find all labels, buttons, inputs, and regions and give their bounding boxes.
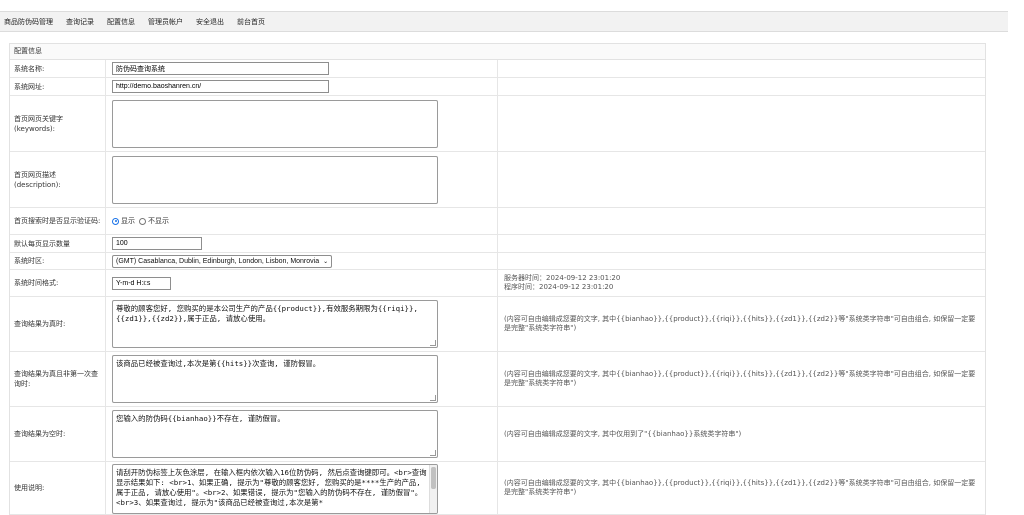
site-name-input[interactable] (112, 62, 329, 75)
nav-config[interactable]: 配置信息 (107, 17, 135, 27)
program-time-text: 程序时间：2024-09-12 23:01:20 (504, 283, 614, 291)
captcha-show-radio[interactable] (112, 217, 119, 225)
result-empty-note: (内容可自由编辑成您要的文字, 其中仅用到了"{{bianhao}}系统类字符串… (497, 407, 985, 461)
resize-grip-icon[interactable] (430, 340, 436, 346)
site-name-label: 系统名称: (14, 64, 45, 73)
captcha-show-label[interactable]: 显示 (121, 216, 135, 226)
usage-text: 请刮开防伪标签上灰色涂层, 在输入框内依次输入16位防伪码, 然后点查询键即可。… (116, 468, 427, 507)
row-usage: 使用说明: 请刮开防伪标签上灰色涂层, 在输入框内依次输入16位防伪码, 然后点… (10, 462, 985, 515)
result-empty-textarea[interactable]: 您输入的防伪码{{bianhao}}不存在, 谨防假冒。 (112, 410, 438, 458)
resize-grip-icon[interactable] (430, 395, 436, 401)
top-navigation: 商品防伪码管理 查询记录 配置信息 管理员帐户 安全退出 前台首页 (0, 11, 1008, 32)
site-url-input[interactable] (112, 80, 329, 93)
row-result-true: 查询结果为真时: 尊敬的顾客您好, 您购买的是本公司生产的产品{{product… (10, 297, 985, 352)
result-true-textarea[interactable]: 尊敬的顾客您好, 您购买的是本公司生产的产品{{product}},有效服务期限… (112, 300, 438, 348)
usage-note: (内容可自由编辑成您要的文字, 其中{{bianhao}},{{product}… (497, 462, 985, 514)
nav-query-records[interactable]: 查询记录 (66, 17, 94, 27)
time-format-input[interactable] (112, 276, 171, 290)
captcha-hide-radio[interactable] (139, 217, 146, 225)
timezone-select[interactable]: (GMT) Casablanca, Dublin, Edinburgh, Lon… (112, 254, 333, 268)
row-time-format: 系统时间格式: 服务器时间：2024-09-12 23:01:20 程序时间：2… (10, 270, 985, 297)
captcha-label: 首页搜索时是否显示验证码: (14, 217, 101, 225)
row-description: 首页网页描述(description): (10, 152, 985, 208)
result-repeat-textarea[interactable]: 该商品已经被查询过,本次是第{{hits}}次查询, 谨防假冒。 (112, 355, 438, 403)
scrollbar-thumb[interactable] (431, 467, 436, 489)
nav-admin-account[interactable]: 管理员帐户 (148, 17, 183, 27)
result-repeat-label: 查询结果为真且非第一次查询时: (14, 370, 98, 388)
config-panel: 配置信息 系统名称: 系统网址: 首页网页关键字(keywords): 首页网页… (9, 43, 986, 515)
row-page-size: 默认每页显示数量 (10, 235, 985, 253)
result-true-label: 查询结果为真时: (14, 320, 66, 328)
result-repeat-note: (内容可自由编辑成您要的文字, 其中{{bianhao}},{{product}… (497, 352, 985, 406)
timezone-label: 系统时区: (14, 257, 45, 265)
panel-title: 配置信息 (10, 44, 985, 60)
site-url-label: 系统网址: (14, 82, 45, 91)
result-true-text: 尊敬的顾客您好, 您购买的是本公司生产的产品{{product}},有效服务期限… (116, 304, 423, 323)
row-result-repeat: 查询结果为真且非第一次查询时: 该商品已经被查询过,本次是第{{hits}}次查… (10, 352, 985, 407)
usage-label: 使用说明: (14, 484, 45, 492)
nav-frontend-home[interactable]: 前台首页 (237, 17, 265, 27)
captcha-hide-label[interactable]: 不显示 (148, 216, 169, 226)
nav-code-management[interactable]: 商品防伪码管理 (4, 17, 53, 27)
row-site-url: 系统网址: (10, 78, 985, 96)
row-timezone: 系统时区: (GMT) Casablanca, Dublin, Edinburg… (10, 253, 985, 270)
row-site-name: 系统名称: (10, 60, 985, 78)
description-label: 首页网页描述(description): (14, 170, 61, 189)
row-captcha: 首页搜索时是否显示验证码: 显示 不显示 (10, 208, 985, 235)
timezone-selected-value: (GMT) Casablanca, Dublin, Edinburgh, Lon… (116, 257, 320, 265)
page-size-label: 默认每页显示数量 (14, 239, 70, 248)
result-repeat-text: 该商品已经被查询过,本次是第{{hits}}次查询, 谨防假冒。 (116, 359, 321, 368)
result-empty-text: 您输入的防伪码{{bianhao}}不存在, 谨防假冒。 (116, 414, 285, 423)
result-true-note: (内容可自由编辑成您要的文字, 其中{{bianhao}},{{product}… (497, 297, 985, 351)
usage-scrollbar[interactable] (429, 465, 437, 513)
usage-textarea[interactable]: 请刮开防伪标签上灰色涂层, 在输入框内依次输入16位防伪码, 然后点查询键即可。… (112, 464, 438, 514)
description-textarea[interactable] (112, 155, 438, 204)
nav-logout[interactable]: 安全退出 (196, 17, 224, 27)
chevron-down-icon: ⌄ (323, 258, 329, 265)
server-time-text: 服务器时间：2024-09-12 23:01:20 (504, 274, 621, 282)
resize-grip-icon[interactable] (430, 450, 436, 456)
row-result-empty: 查询结果为空时: 您输入的防伪码{{bianhao}}不存在, 谨防假冒。 (内… (10, 407, 985, 462)
row-keywords: 首页网页关键字(keywords): (10, 96, 985, 152)
keywords-textarea[interactable] (112, 99, 438, 148)
time-format-label: 系统时间格式: (14, 279, 59, 287)
result-empty-label: 查询结果为空时: (14, 430, 66, 438)
keywords-label: 首页网页关键字(keywords): (14, 114, 63, 133)
page-size-input[interactable] (112, 237, 202, 250)
